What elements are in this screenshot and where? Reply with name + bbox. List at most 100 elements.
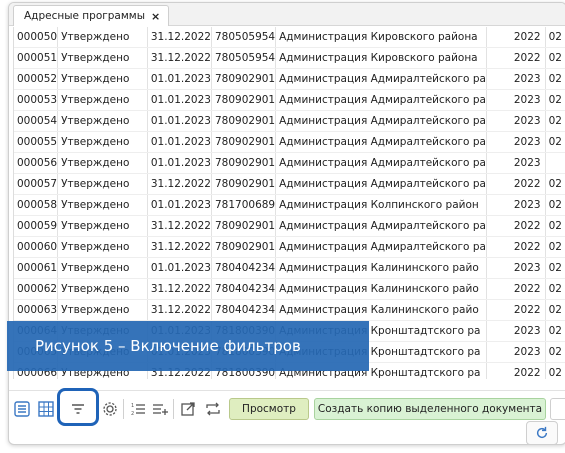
table-row[interactable]: 000053 Утверждено 01.01.2023 780902901 Админ… (14, 89, 565, 111)
cell-date: 01.01.2023 (147, 194, 212, 216)
tab-title: Адресные программы (24, 10, 145, 22)
cell-status: Утверждено (57, 89, 148, 111)
cell-m: 02 (545, 89, 565, 111)
cell-m (545, 152, 565, 174)
cell-year: 2022 (486, 173, 546, 195)
cell-id: 000063 (14, 299, 59, 321)
cell-year: 2022 (486, 362, 546, 379)
cell-status: Утверждено (57, 173, 148, 195)
cell-org: Администрация Калининского райо (275, 278, 487, 300)
toolbar-separator (173, 399, 174, 419)
table-row[interactable]: 000056 Утверждено 01.01.2023 780902901 Админ… (14, 152, 565, 174)
filter-icon[interactable] (69, 400, 87, 418)
cell-status: Утверждено (57, 194, 148, 216)
cell-org: Администрация Адмиралтейского ра (275, 89, 487, 111)
settings-icon[interactable] (101, 400, 119, 418)
cell-id: 000054 (14, 110, 59, 132)
cell-inn: 780902901 (211, 215, 277, 237)
cell-status: Утверждено (57, 68, 148, 90)
cell-id: 000062 (14, 278, 59, 300)
cell-m: 02 (545, 362, 565, 379)
cell-m: 02 (545, 257, 565, 279)
table-row[interactable]: 000057 Утверждено 31.12.2022 780902901 Админ… (14, 173, 565, 195)
cell-year: 2022 (486, 215, 546, 237)
cell-m: 02 (545, 194, 565, 216)
figure-caption: Рисунок 5 – Включение фильтров (7, 321, 369, 371)
table-row[interactable]: 000051 Утверждено 31.12.2022 780505954 Админ… (14, 47, 565, 69)
cell-inn: 780902901 (211, 110, 277, 132)
cell-org: Администрация Адмиралтейского ра (275, 131, 487, 153)
add-list-icon[interactable] (151, 400, 169, 418)
cell-year: 2023 (486, 194, 546, 216)
cell-inn: 780902901 (211, 89, 277, 111)
table-row[interactable]: 000060 Утверждено 31.12.2022 780902901 Админ… (14, 236, 565, 258)
table-row[interactable]: 000052 Утверждено 01.01.2023 780902901 Админ… (14, 68, 565, 90)
cell-status: Утверждено (57, 27, 148, 48)
cell-id: 000050 (14, 27, 59, 48)
cell-date: 01.01.2023 (147, 68, 212, 90)
cell-date: 31.12.2022 (147, 236, 212, 258)
table-row[interactable]: 000063 Утверждено 31.12.2022 780404234 Админ… (14, 299, 565, 321)
cell-m: 02 (545, 68, 565, 90)
bottom-toolbar: 12 Просмотр Создать копию выделенного до… (9, 388, 565, 427)
svg-text:1: 1 (131, 403, 134, 409)
tab-address-programs[interactable]: Адресные программы × (13, 5, 170, 26)
cell-inn: 780404234 (211, 278, 277, 300)
cell-id: 000053 (14, 89, 59, 111)
cell-date: 01.01.2023 (147, 110, 212, 132)
cell-inn: 780902901 (211, 152, 277, 174)
cell-org: Администрация Кировского района (275, 47, 487, 69)
cell-org: Администрация Калининского райо (275, 257, 487, 279)
table-view-icon[interactable] (37, 400, 55, 418)
refresh-icon[interactable] (526, 421, 558, 444)
view-button[interactable]: Просмотр (229, 398, 309, 420)
table-row[interactable]: 000054 Утверждено 01.01.2023 780902901 Админ… (14, 110, 565, 132)
cell-org: Администрация Адмиралтейского ра (275, 215, 487, 237)
cell-id: 000051 (14, 47, 59, 69)
table-row[interactable]: 000061 Утверждено 01.01.2023 780404234 Админ… (14, 257, 565, 279)
cell-status: Утверждено (57, 278, 148, 300)
table-row[interactable]: 000055 Утверждено 01.01.2023 780902901 Админ… (14, 131, 565, 153)
cell-date: 31.12.2022 (147, 278, 212, 300)
cell-year: 2023 (486, 110, 546, 132)
numbered-list-icon[interactable]: 12 (129, 400, 147, 418)
cell-year: 2022 (486, 278, 546, 300)
cell-m: 02 (545, 341, 565, 363)
table-row[interactable]: 000059 Утверждено 31.12.2022 780902901 Админ… (14, 215, 565, 237)
more-button[interactable] (550, 398, 565, 420)
cell-year: 2022 (486, 299, 546, 321)
cell-date: 31.12.2022 (147, 299, 212, 321)
list-view-icon[interactable] (13, 400, 31, 418)
cell-inn: 780902901 (211, 131, 277, 153)
repeat-icon[interactable] (204, 400, 222, 418)
cell-date: 01.01.2023 (147, 89, 212, 111)
cell-year: 2022 (486, 27, 546, 48)
table-row[interactable]: 000062 Утверждено 31.12.2022 780404234 Админ… (14, 278, 565, 300)
cell-status: Утверждено (57, 299, 148, 321)
toolbar-separator (123, 399, 124, 419)
cell-status: Утверждено (57, 110, 148, 132)
cell-year: 2023 (486, 320, 546, 342)
cell-org: Администрация Адмиралтейского ра (275, 110, 487, 132)
cell-m: 02 (545, 47, 565, 69)
cell-id: 000055 (14, 131, 59, 153)
cell-date: 01.01.2023 (147, 257, 212, 279)
cell-date: 31.12.2022 (147, 173, 212, 195)
cell-date: 31.12.2022 (147, 215, 212, 237)
cell-inn: 780902901 (211, 173, 277, 195)
table-row[interactable]: 000058 Утверждено 01.01.2023 781700689 Админ… (14, 194, 565, 216)
cell-id: 000058 (14, 194, 59, 216)
cell-status: Утверждено (57, 131, 148, 153)
close-tab-icon[interactable]: × (151, 10, 160, 23)
cell-year: 2023 (486, 257, 546, 279)
open-external-icon[interactable] (179, 400, 197, 418)
cell-date: 31.12.2022 (147, 47, 212, 69)
create-copy-button[interactable]: Создать копию выделенного документа (314, 398, 546, 420)
cell-org: Администрация Кировского района (275, 27, 487, 48)
cell-org: Администрация Адмиралтейского ра (275, 152, 487, 174)
cell-m: 02 (545, 299, 565, 321)
cell-m: 02 (545, 110, 565, 132)
table-row[interactable]: 000050 Утверждено 31.12.2022 780505954 Админ… (14, 27, 565, 48)
cell-org: Администрация Адмиралтейского ра (275, 173, 487, 195)
cell-m: 02 (545, 320, 565, 342)
